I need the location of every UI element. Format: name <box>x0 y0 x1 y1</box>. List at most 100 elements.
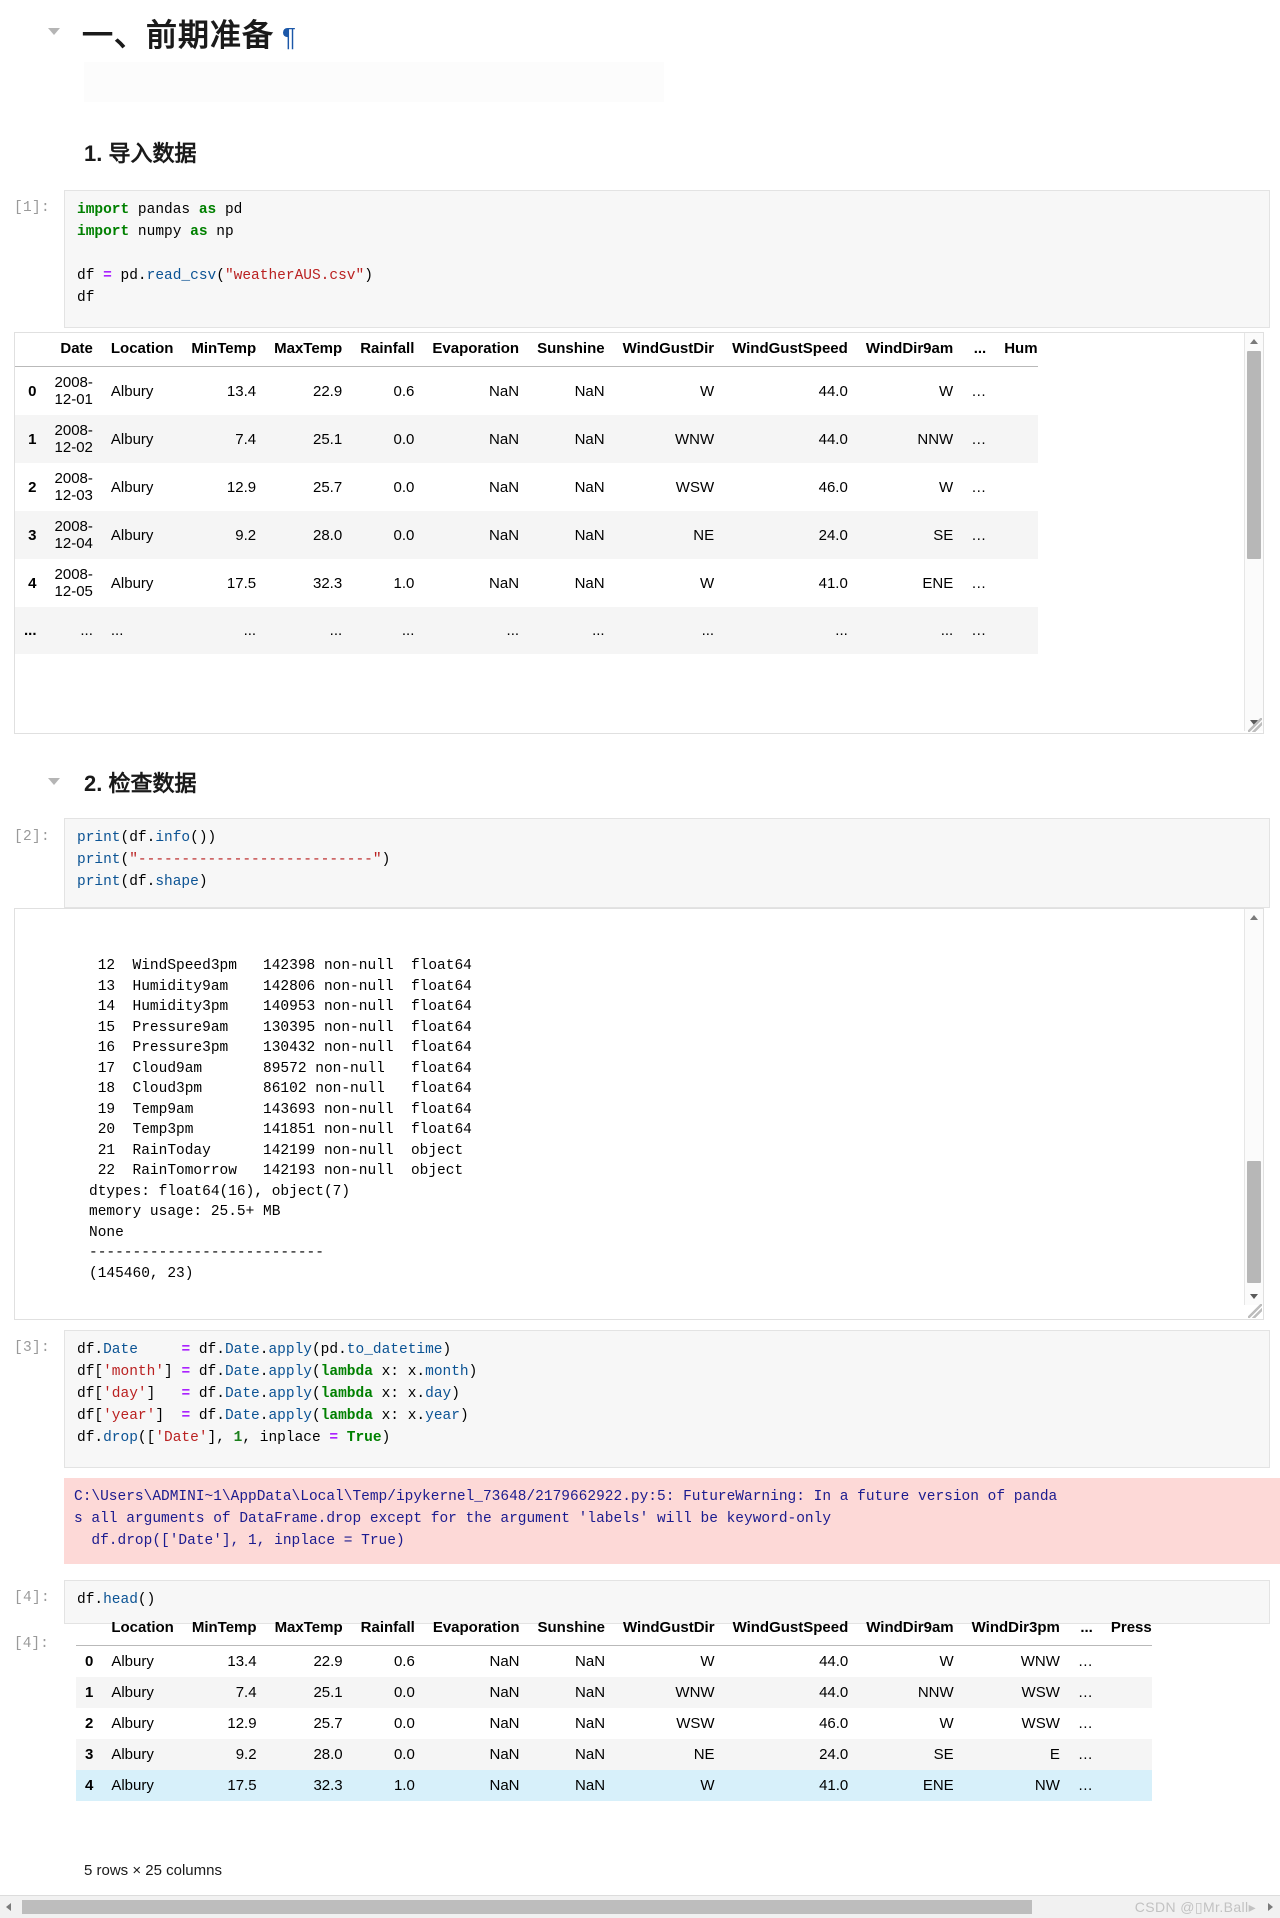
table-cell: NaN <box>489 1777 520 1794</box>
table-cell: NaN <box>489 430 520 448</box>
table-header-row: Date Location MinTemp MaxTemp Rainfall Evapor… <box>15 333 1038 367</box>
table-row: 0 Albury 13.4 22.9 0.6 NaN NaN W 44.0 W WNW… <box>76 1645 1152 1677</box>
column-header: Sunshine <box>528 1612 615 1646</box>
table-cell: NaN <box>489 1684 520 1701</box>
scroll-left-button[interactable] <box>0 1896 18 1918</box>
column-header: MinTemp <box>182 1612 266 1646</box>
table-cell: 25.7 <box>312 478 343 496</box>
index-header <box>76 1612 103 1646</box>
table-cell: 44.0 <box>818 430 848 448</box>
column-header: WindGustSpeed <box>723 1612 858 1646</box>
table-cell: 0.0 <box>393 1746 415 1763</box>
dataframe-1-vscrollbar[interactable] <box>1244 333 1263 731</box>
scroll-down-button[interactable] <box>1245 1288 1263 1305</box>
table-cell <box>1102 1739 1152 1770</box>
table-cell: E <box>1049 1746 1060 1763</box>
table-cell: Albury <box>110 478 154 496</box>
section-heading-2: 2. 检查数据 <box>84 771 197 796</box>
column-header: Date <box>45 333 102 367</box>
cell-2-code[interactable]: print(df.info()) print("----------------… <box>64 818 1270 908</box>
table-cell: … <box>1077 1684 1093 1701</box>
table-cell: ... <box>701 622 715 639</box>
dataframe-output-1[interactable]: Date Location MinTemp MaxTemp Rainfall Evapor… <box>14 332 1264 734</box>
section-heading-1: 1. 导入数据 <box>84 141 197 166</box>
table-row: 1 2008- 12-02 Albury 7.4 25.1 0.0 NaN NaN WNW 44.0… <box>15 415 1038 463</box>
row-index: 4 <box>85 1777 94 1794</box>
table-row: 4 2008- 12-05 Albury 17.5 32.3 1.0 NaN NaN W 41.0 E… <box>15 559 1038 607</box>
table-cell: 7.4 <box>235 1684 257 1701</box>
table-cell: NaN <box>574 574 605 592</box>
dataframe-output-2[interactable]: Location MinTemp MaxTemp Rainfall Evaporatio… <box>76 1612 1276 1801</box>
table-cell: WSW <box>676 1715 715 1732</box>
column-header: Location <box>101 333 183 367</box>
scroll-thumb[interactable] <box>1247 351 1261 559</box>
table-row: 2 Albury 12.9 25.7 0.0 NaN NaN WSW 46.0 W WSW… <box>76 1708 1152 1739</box>
table-cell: W <box>699 382 715 400</box>
table-cell: WSW <box>1021 1684 1060 1701</box>
table-cell: 25.7 <box>313 1715 343 1732</box>
table-cell <box>1102 1677 1152 1708</box>
column-header: MaxTemp <box>265 1612 352 1646</box>
collapse-caret-icon[interactable] <box>48 28 60 35</box>
table-cell: W <box>939 1715 954 1732</box>
table-cell: … <box>1077 1746 1093 1763</box>
collapse-caret-icon-2[interactable] <box>48 778 60 785</box>
stream-2-vscrollbar[interactable] <box>1244 909 1263 1305</box>
table-cell: NaN <box>575 1746 606 1763</box>
scroll-right-button[interactable] <box>1262 1896 1280 1918</box>
table-cell: NaN <box>574 478 605 496</box>
warning-output: C:\Users\ADMINI~1\AppData\Local\Temp/ipy… <box>64 1478 1280 1564</box>
resize-grip-icon[interactable] <box>1248 1304 1262 1318</box>
arrow-right-icon <box>1268 1903 1273 1911</box>
arrow-up-icon <box>1250 339 1258 344</box>
table-cell: 13.4 <box>227 1653 257 1670</box>
table-cell: SE <box>933 526 954 544</box>
column-header: MinTemp <box>182 333 266 367</box>
table-cell: NE <box>693 526 715 544</box>
column-header: WindDir9am <box>856 333 963 367</box>
cell-3-prompt: [3]: <box>14 1340 51 1356</box>
column-header: WindDir3pm <box>962 1612 1069 1646</box>
table-cell <box>1102 1708 1152 1739</box>
faint-render-artifact <box>84 62 664 102</box>
cell-1-code[interactable]: import pandas as pd import numpy as np d… <box>64 190 1270 328</box>
table-cell: 2008- 12-03 <box>54 470 93 504</box>
row-index: 2 <box>85 1715 94 1732</box>
table-cell: 0.0 <box>393 1715 415 1732</box>
anchor-link-icon[interactable]: ¶ <box>282 22 297 52</box>
table-cell: Albury <box>111 1653 154 1670</box>
cell-3-code[interactable]: df.Date = df.Date.apply(pd.to_datetime) … <box>64 1330 1270 1468</box>
watermark-label: CSDN @▯Mr.Ball▸ <box>1134 1899 1256 1915</box>
stream-output-2[interactable]: 12 WindSpeed3pm 142398 non-null float64 … <box>14 908 1264 1320</box>
table-cell <box>995 367 1037 416</box>
dataframe-table-1: Date Location MinTemp MaxTemp Rainfall Evapor… <box>15 333 1038 654</box>
table-cell: NNW <box>917 430 954 448</box>
table-cell <box>995 559 1037 607</box>
notebook-page: 一、前期准备 ¶ 1. 导入数据 [1]: import pandas as pd… <box>0 0 1280 1918</box>
table-cell: ... <box>243 622 257 639</box>
table-cell: 24.0 <box>819 1746 849 1763</box>
page-title: 一、前期准备 ¶ <box>82 10 297 55</box>
column-header: Press <box>1101 1612 1152 1646</box>
column-header: Rainfall <box>351 333 424 367</box>
page-horizontal-scrollbar[interactable]: CSDN @▯Mr.Ball▸ <box>0 1895 1280 1918</box>
table-cell: 46.0 <box>818 478 848 496</box>
table-cell: NaN <box>489 382 520 400</box>
table-cell: 25.1 <box>312 430 343 448</box>
table-cell: 9.2 <box>235 1746 257 1763</box>
table-cell: … <box>971 382 987 400</box>
table-cell <box>995 607 1037 654</box>
table-cell: 28.0 <box>313 1746 343 1763</box>
scroll-up-button[interactable] <box>1245 333 1263 350</box>
scroll-up-button[interactable] <box>1245 909 1263 926</box>
horizontal-scroll-thumb[interactable] <box>22 1900 1032 1914</box>
column-header: ... <box>1068 1612 1102 1646</box>
scroll-thumb[interactable] <box>1247 1161 1261 1283</box>
column-header: Sunshine <box>528 333 614 367</box>
column-header: Evaporation <box>423 333 529 367</box>
resize-grip-icon[interactable] <box>1248 718 1262 732</box>
table-cell: WNW <box>1020 1653 1060 1670</box>
table-cell: NaN <box>574 430 605 448</box>
table-cell: 0.6 <box>393 1653 415 1670</box>
table-row: 3 2008- 12-04 Albury 9.2 28.0 0.0 NaN NaN NE 24.0 S… <box>15 511 1038 559</box>
